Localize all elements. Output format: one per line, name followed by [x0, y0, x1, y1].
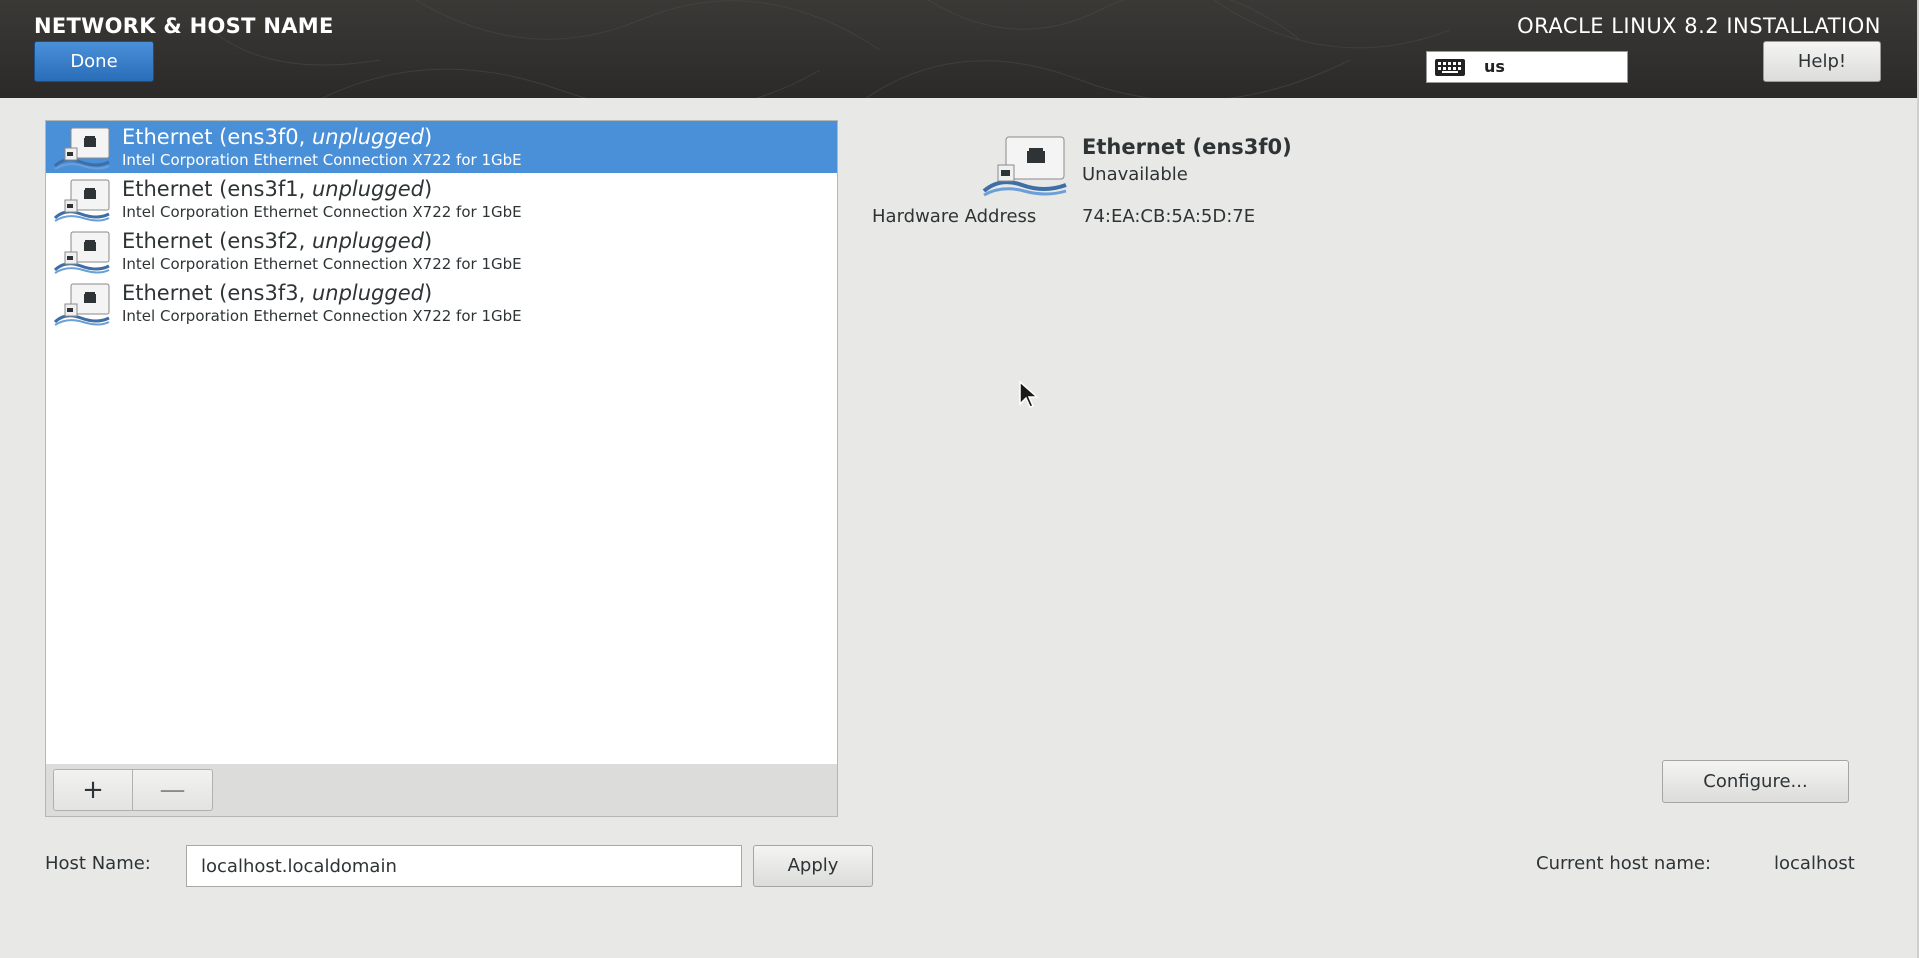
selected-device-name: Ethernet (ens3f0) [1082, 135, 1292, 159]
device-description: Intel Corporation Ethernet Connection X7… [122, 203, 522, 221]
device-description: Intel Corporation Ethernet Connection X7… [122, 307, 522, 325]
device-row[interactable]: Ethernet (ens3f1, unplugged) Intel Corpo… [46, 173, 837, 225]
remove-device-button[interactable]: — [133, 769, 213, 811]
product-title: ORACLE LINUX 8.2 INSTALLATION [1517, 14, 1881, 38]
help-button[interactable]: Help! [1763, 41, 1881, 82]
device-row[interactable]: Ethernet (ens3f3, unplugged) Intel Corpo… [46, 277, 837, 329]
device-name: Ethernet (ens3f2, unplugged) [122, 229, 433, 253]
ethernet-icon [53, 127, 110, 170]
device-name: Ethernet (ens3f3, unplugged) [122, 281, 433, 305]
keyboard-layout-label: us [1484, 57, 1505, 76]
device-name: Ethernet (ens3f1, unplugged) [122, 177, 433, 201]
device-row[interactable]: Ethernet (ens3f0, unplugged) Intel Corpo… [46, 121, 837, 173]
ethernet-icon [53, 283, 110, 326]
device-name: Ethernet (ens3f0, unplugged) [122, 125, 433, 149]
ethernet-detail-icon [982, 136, 1067, 197]
keyboard-layout-indicator[interactable]: us [1426, 51, 1628, 83]
device-description: Intel Corporation Ethernet Connection X7… [122, 255, 522, 273]
mouse-pointer-icon [1019, 380, 1039, 408]
apply-button[interactable]: Apply [753, 845, 873, 887]
network-device-list: Ethernet (ens3f0, unplugged) Intel Corpo… [45, 120, 838, 765]
device-list-toolbar: + — [45, 764, 838, 817]
done-button[interactable]: Done [34, 41, 154, 82]
selected-device-status: Unavailable [1082, 164, 1188, 185]
host-name-input[interactable] [186, 845, 742, 887]
add-device-button[interactable]: + [53, 769, 133, 811]
current-host-name-label: Current host name: [1536, 853, 1712, 874]
hardware-address-label: Hardware Address [872, 206, 1037, 227]
header-bar: NETWORK & HOST NAME Done ORACLE LINUX 8.… [0, 0, 1919, 98]
device-description: Intel Corporation Ethernet Connection X7… [122, 151, 522, 169]
device-row[interactable]: Ethernet (ens3f2, unplugged) Intel Corpo… [46, 225, 837, 277]
current-host-name-value: localhost [1774, 853, 1855, 874]
spoke-title: NETWORK & HOST NAME [34, 14, 334, 38]
ethernet-icon [53, 179, 110, 222]
ethernet-icon [53, 231, 110, 274]
hardware-address-value: 74:EA:CB:5A:5D:7E [1082, 206, 1256, 227]
keyboard-icon [1435, 59, 1465, 76]
configure-button[interactable]: Configure... [1662, 760, 1849, 803]
host-name-label: Host Name: [45, 853, 151, 874]
